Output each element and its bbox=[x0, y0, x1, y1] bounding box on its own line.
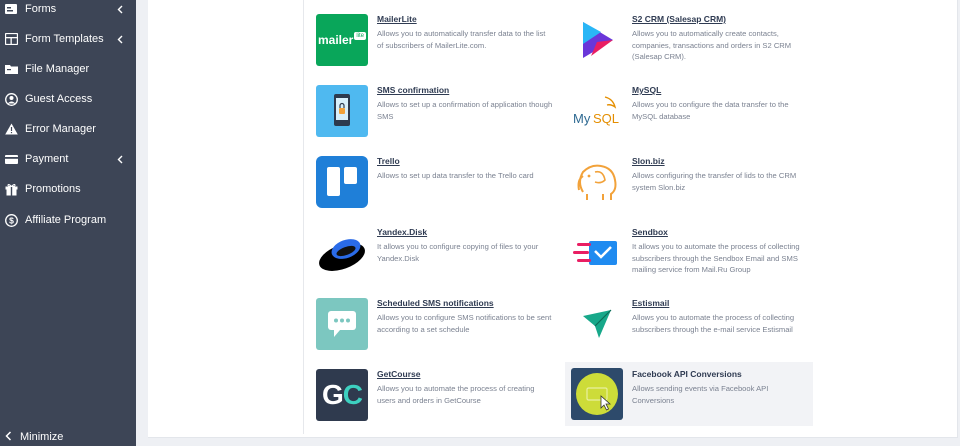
dollar-icon: $ bbox=[4, 213, 18, 227]
credit-card-icon bbox=[4, 152, 18, 166]
sidebar-item-label: Affiliate Program bbox=[25, 214, 107, 226]
integration-description: Allows to set up a confirmation of appli… bbox=[377, 100, 553, 121]
integration-description: Allows sending events via Facebook API C… bbox=[632, 384, 769, 405]
sidebar-item-label: Forms bbox=[25, 3, 57, 15]
minimize-button[interactable]: Minimize bbox=[0, 427, 136, 446]
sidebar-item-form-templates[interactable]: Form Templates bbox=[0, 24, 136, 54]
integration-description: Allows you to configure the data transfe… bbox=[632, 100, 789, 121]
sidebar-item-label: File Manager bbox=[25, 63, 90, 75]
integration-card-s2-crm[interactable]: S2 CRM (Salesap CRM) Allows you to autom… bbox=[567, 12, 815, 76]
warning-icon bbox=[4, 122, 18, 136]
elephant-icon bbox=[571, 156, 623, 208]
integration-card-trello[interactable]: Trello Allows to set up data transfer to… bbox=[312, 154, 560, 218]
forms-icon bbox=[4, 2, 18, 16]
integration-card-mysql[interactable]: My SQL MySQL Allows you to configure the … bbox=[567, 83, 815, 147]
integration-description: Allows you to automatically transfer dat… bbox=[377, 29, 546, 50]
integration-card-scheduled-sms[interactable]: Scheduled SMS notifications Allows you t… bbox=[312, 296, 560, 360]
integration-title[interactable]: Slon.biz bbox=[632, 156, 665, 166]
file-manager-icon bbox=[4, 62, 18, 76]
integration-title[interactable]: Yandex.Disk bbox=[377, 227, 427, 237]
gift-icon bbox=[4, 182, 18, 196]
integration-description: Allows you to configure SMS notification… bbox=[377, 313, 552, 334]
integration-title[interactable]: Scheduled SMS notifications bbox=[377, 298, 494, 308]
chevron-left-icon bbox=[115, 152, 125, 166]
sidebar-item-error-manager[interactable]: Error Manager bbox=[0, 114, 136, 144]
integration-description: Allows configuring the transfer of lids … bbox=[632, 171, 797, 192]
chevron-left-icon bbox=[5, 428, 12, 446]
sidebar-item-label: Payment bbox=[25, 153, 69, 165]
integration-title[interactable]: Sendbox bbox=[632, 227, 668, 237]
sidebar-item-affiliate-program[interactable]: $ Affiliate Program bbox=[0, 205, 136, 235]
integration-card-getcourse[interactable]: GC GetCourse Allows you to automate the … bbox=[312, 367, 560, 431]
trello-logo bbox=[316, 156, 368, 208]
integration-card-sendbox[interactable]: Sendbox It allows you to automate the pr… bbox=[567, 225, 815, 289]
integration-title[interactable]: Estismail bbox=[632, 298, 669, 308]
integration-title[interactable]: MailerLite bbox=[377, 14, 417, 24]
sidebar-item-file-manager[interactable]: File Manager bbox=[0, 54, 136, 84]
sidebar-item-promotions[interactable]: Promotions bbox=[0, 174, 136, 204]
sidebar-item-forms[interactable]: Forms bbox=[0, 0, 136, 24]
divider bbox=[303, 0, 304, 434]
estismail-logo bbox=[571, 298, 623, 350]
yandex-disk-logo bbox=[316, 227, 368, 279]
integration-title[interactable]: GetCourse bbox=[377, 369, 420, 379]
integration-card-slon-biz[interactable]: Slon.biz Allows configuring the transfer… bbox=[567, 154, 815, 218]
integration-description: It allows you to automate the process of… bbox=[632, 242, 800, 274]
minimize-label: Minimize bbox=[20, 430, 64, 443]
integration-card-facebook-api[interactable]: Facebook API Conversions Allows sending … bbox=[565, 362, 813, 426]
svg-text:My: My bbox=[573, 111, 591, 126]
chevron-left-icon bbox=[115, 2, 125, 16]
integration-title[interactable]: SMS confirmation bbox=[377, 85, 449, 95]
sidebar-item-label: Guest Access bbox=[25, 93, 93, 105]
sidebar-item-label: Form Templates bbox=[25, 33, 104, 45]
integration-description: It allows you to configure copying of fi… bbox=[377, 242, 539, 263]
sidebar-item-payment[interactable]: Payment bbox=[0, 144, 136, 174]
form-templates-icon bbox=[4, 32, 18, 46]
integration-title[interactable]: MySQL bbox=[632, 85, 661, 95]
phone-icon bbox=[316, 85, 368, 137]
mysql-logo: My SQL bbox=[571, 85, 623, 137]
integration-description: Allows you to automatically create conta… bbox=[632, 29, 792, 61]
svg-text:SQL: SQL bbox=[593, 111, 619, 126]
integration-description: Allows you to automate the process of cr… bbox=[377, 384, 535, 405]
sidebar-item-label: Promotions bbox=[25, 183, 81, 195]
integration-card-yandex-disk[interactable]: Yandex.Disk It allows you to configure c… bbox=[312, 225, 560, 289]
integration-card-mailerlite[interactable]: mailer lite MailerLite Allows you to aut… bbox=[312, 12, 560, 76]
user-circle-icon bbox=[4, 92, 18, 106]
integration-title[interactable]: S2 CRM (Salesap CRM) bbox=[632, 14, 726, 24]
chat-bubble-icon bbox=[316, 298, 368, 350]
getcourse-logo: GC bbox=[316, 369, 368, 421]
integration-description: Allows to set up data transfer to the Tr… bbox=[377, 171, 534, 180]
facebook-api-logo bbox=[571, 368, 623, 420]
integration-card-sms-confirmation[interactable]: SMS confirmation Allows to set up a conf… bbox=[312, 83, 560, 147]
integration-description: Allows you to automate the process of co… bbox=[632, 313, 795, 334]
s2-crm-logo bbox=[571, 14, 623, 66]
integration-card-estismail[interactable]: Estismail Allows you to automate the pro… bbox=[567, 296, 815, 360]
sidebar-item-label: Error Manager bbox=[25, 123, 96, 135]
sidebar-item-guest-access[interactable]: Guest Access bbox=[0, 84, 136, 114]
svg-text:$: $ bbox=[9, 215, 14, 225]
sidebar: Forms Form Templates File Manager Guest … bbox=[0, 0, 136, 446]
integration-title[interactable]: Trello bbox=[377, 156, 400, 166]
integration-title[interactable]: Facebook API Conversions bbox=[632, 369, 742, 379]
sendbox-logo bbox=[571, 227, 623, 279]
mailerlite-logo: mailer lite bbox=[316, 14, 368, 66]
chevron-left-icon bbox=[115, 32, 125, 46]
